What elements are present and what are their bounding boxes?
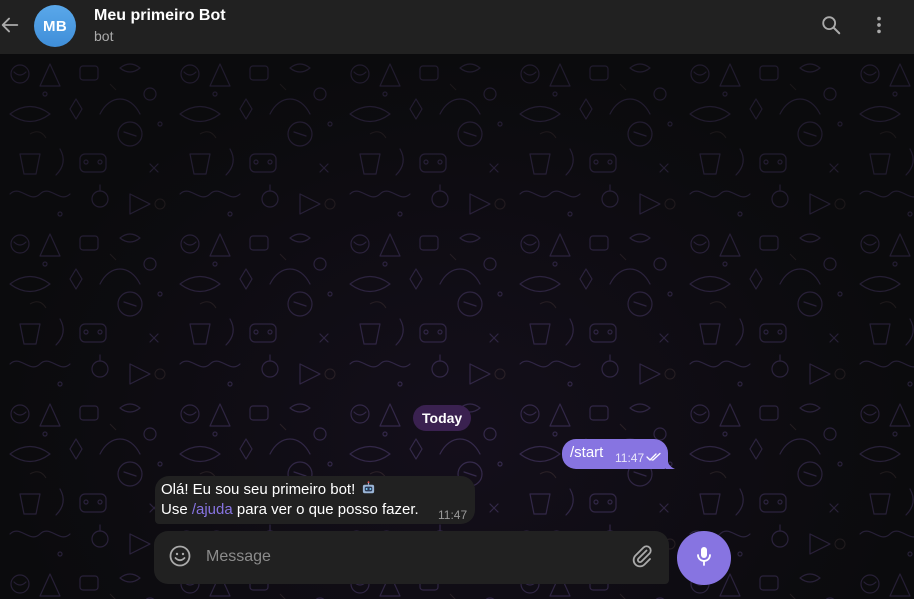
message-time: 11:47 (615, 451, 645, 465)
paperclip-icon (630, 544, 654, 573)
message-text-prefix: Use (161, 501, 192, 518)
date-separator: Today (413, 405, 472, 431)
message-composer (154, 531, 669, 584)
message-time: 11:47 (438, 508, 468, 522)
chat-header: MB Meu primeiro Bot bot (0, 0, 914, 54)
arrow-left-icon (0, 14, 21, 41)
back-button[interactable] (0, 13, 24, 41)
bot-command-link[interactable]: /ajuda (192, 501, 233, 518)
robot-emoji (361, 481, 376, 496)
emoji-button[interactable] (166, 544, 194, 572)
more-options-button[interactable] (865, 13, 893, 41)
avatar-initials: MB (43, 17, 67, 35)
more-vertical-icon (868, 14, 890, 41)
double-check-icon (646, 451, 662, 465)
microphone-icon (692, 544, 716, 573)
message-text: Olá! Eu sou seu primeiro bot! (161, 481, 356, 498)
chat-title[interactable]: Meu primeiro Bot (94, 7, 226, 25)
message-line-1: Olá! Eu sou seu primeiro bot! (161, 481, 376, 498)
avatar[interactable]: MB (34, 5, 76, 47)
smile-icon (168, 544, 192, 573)
telegram-chat-window: MB Meu primeiro Bot bot Today /start 11:… (0, 0, 914, 599)
chat-subtitle: bot (94, 28, 114, 44)
message-text: /start (570, 444, 604, 461)
incoming-message[interactable]: Olá! Eu sou seu primeiro bot! Use /ajuda… (155, 476, 475, 524)
outgoing-message[interactable]: /start 11:47 (562, 439, 675, 469)
search-icon (820, 14, 842, 41)
bubble-tail (666, 455, 675, 469)
message-text-suffix: para ver o que posso fazer. (232, 501, 419, 518)
message-meta: 11:47 (615, 451, 662, 465)
attach-button[interactable] (628, 544, 656, 572)
message-input[interactable] (206, 545, 616, 569)
voice-record-button[interactable] (677, 531, 731, 585)
search-button[interactable] (817, 13, 845, 41)
message-line-2: Use /ajuda para ver o que posso fazer. (161, 501, 419, 518)
